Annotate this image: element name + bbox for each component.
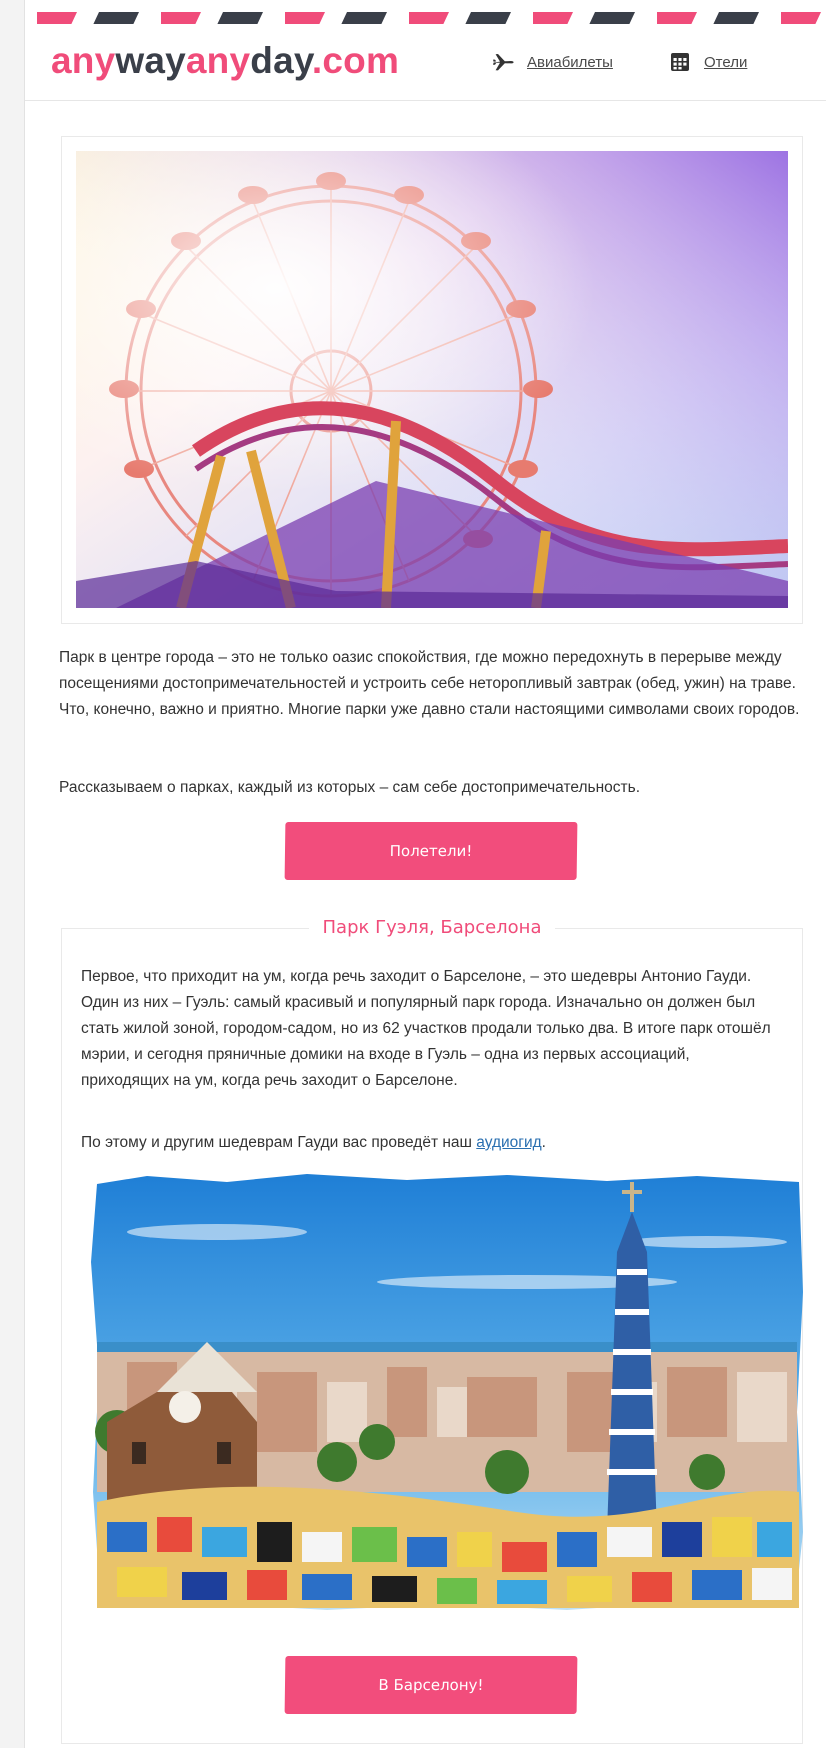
park-paragraph: Первое, что приходит на ум, когда речь з… bbox=[81, 968, 771, 1089]
park-paragraph-2-text: По этому и другим шедеврам Гауди вас про… bbox=[81, 1134, 477, 1151]
park-title: Парк Гуэля, Барселона bbox=[61, 914, 803, 942]
email-page: anywayanyday.com Авиабилеты Отели Парк в… bbox=[24, 0, 826, 1748]
airmail-stripes bbox=[37, 12, 826, 24]
nav-flights-label[interactable]: Авиабилеты bbox=[527, 54, 613, 71]
nav-hotels-label[interactable]: Отели bbox=[704, 54, 747, 71]
brand-logo[interactable]: anywayanyday.com bbox=[51, 38, 399, 84]
hotel-calendar-icon bbox=[671, 53, 689, 71]
ferris-wheel-image bbox=[76, 151, 788, 608]
logo-part: .com bbox=[311, 40, 400, 81]
to-barcelona-button[interactable]: В Барселону! bbox=[284, 1656, 578, 1714]
logo-part: any bbox=[185, 40, 251, 81]
hero-card bbox=[61, 136, 803, 624]
park-paragraph-2-suffix: . bbox=[541, 1134, 546, 1151]
logo-part: any bbox=[51, 40, 116, 81]
park-paragraph-2: По этому и другим шедеврам Гауди вас про… bbox=[81, 1130, 781, 1156]
nav-hotels[interactable]: Отели bbox=[668, 50, 747, 74]
audioguide-link[interactable]: аудиогид bbox=[476, 1134, 541, 1151]
header: anywayanyday.com Авиабилеты Отели bbox=[25, 24, 826, 101]
airplane-icon bbox=[493, 54, 514, 71]
logo-part: day bbox=[250, 40, 312, 81]
park-guell-image bbox=[91, 1174, 803, 1610]
logo-part: way bbox=[115, 40, 186, 81]
fly-button[interactable]: Полетели! bbox=[284, 822, 578, 880]
intro-paragraph: Парк в центре города – это не только оаз… bbox=[59, 649, 800, 718]
nav-flights[interactable]: Авиабилеты bbox=[491, 50, 613, 74]
park-title-text: Парк Гуэля, Барселона bbox=[308, 917, 556, 938]
intro-paragraph-2: Рассказываем о парках, каждый из которых… bbox=[59, 779, 641, 796]
